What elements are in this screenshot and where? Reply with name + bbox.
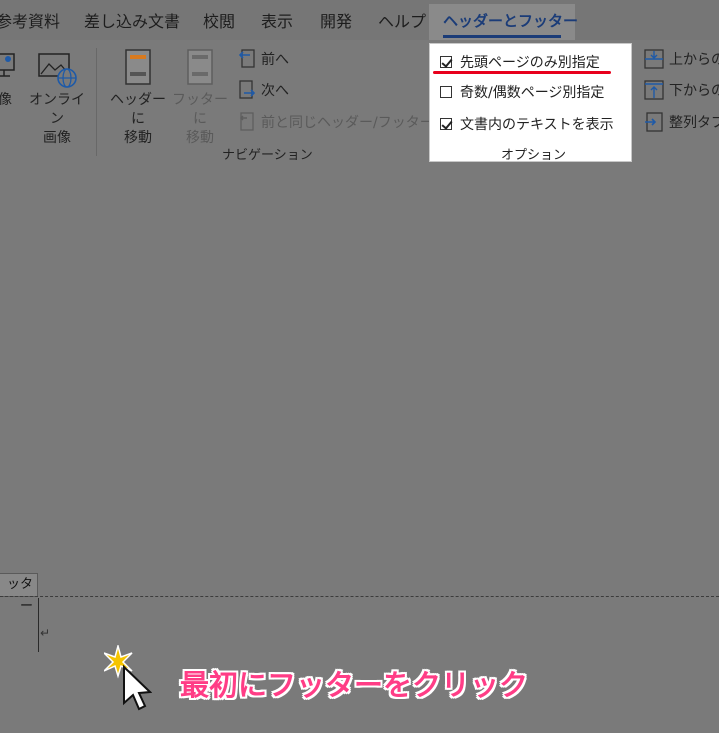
different-odd-even-label: 奇数/偶数ページ別指定 [460, 85, 605, 101]
header-position-icon [644, 49, 664, 69]
monitor-image-icon [0, 53, 15, 77]
group-divider [96, 48, 97, 156]
goto-footer-label: フッターに 移動 [168, 91, 232, 148]
options-group-label: オプション [501, 148, 567, 163]
goto-footer-icon [187, 49, 213, 85]
navigation-group-label: ナビゲーション [222, 148, 313, 163]
link-to-previous-button[interactable]: 前と同じヘッダー/フッター [238, 112, 434, 132]
show-document-text-checkbox[interactable]: 文書内のテキストを表示 [440, 114, 614, 134]
goto-header-icon [125, 49, 151, 85]
tab-header-footer[interactable]: ヘッダーとフッター [429, 4, 579, 40]
image-button-label: 像 [0, 92, 12, 108]
options-group: 先頭ページのみ別指定 奇数/偶数ページ別指定 文書内のテキストを表示 オプション [429, 43, 632, 163]
tab-header-footer-label: ヘッダーとフッター [443, 12, 579, 30]
online-image-label: オンライン 画像 [28, 91, 86, 148]
checkbox-unchecked-icon [440, 86, 452, 98]
alignment-tab-icon [645, 112, 663, 132]
footer-position-button[interactable]: 下からの [644, 80, 719, 100]
footer-position-label: 下からの [669, 83, 719, 99]
online-image-label-line1: オンライン [29, 92, 85, 127]
previous-button[interactable]: 前へ [238, 49, 289, 69]
different-first-page-checkbox[interactable]: 先頭ページのみ別指定 [440, 52, 600, 72]
tab-review[interactable]: 校閲 [203, 8, 235, 32]
previous-label: 前へ [261, 52, 289, 68]
link-to-previous-label: 前と同じヘッダー/フッター [261, 115, 434, 131]
goto-header-label-line1: ヘッダーに [110, 92, 166, 127]
header-position-button[interactable]: 上からの [644, 49, 719, 69]
show-document-text-label: 文書内のテキストを表示 [460, 117, 614, 133]
click-pointer-icon [103, 643, 153, 713]
previous-arrow-icon [238, 49, 255, 68]
insert-alignment-tab-label: 整列タブ [669, 115, 719, 131]
goto-header-label: ヘッダーに 移動 [104, 91, 172, 148]
insert-alignment-tab-button[interactable]: 整列タブ [644, 112, 719, 132]
tab-view[interactable]: 表示 [261, 8, 293, 32]
footer-boundary-line [0, 596, 719, 597]
goto-footer-button[interactable] [186, 48, 214, 88]
online-image-label-line2: 画像 [43, 130, 71, 146]
goto-header-label-line2: 移動 [124, 130, 152, 146]
goto-footer-label-line1: フッターに [172, 92, 228, 127]
ribbon-tab-bar: 参考資料 差し込み文書 校閲 表示 開発 ヘルプ ヘッダーとフッター [0, 0, 719, 40]
checkbox-checked-icon [440, 118, 452, 130]
next-arrow-icon [239, 80, 256, 99]
active-tab-underline [443, 35, 561, 38]
link-to-previous-icon [240, 112, 254, 131]
checkbox-checked-icon [440, 56, 452, 68]
different-first-page-label: 先頭ページのみ別指定 [460, 55, 600, 71]
tab-mailings[interactable]: 差し込み文書 [84, 8, 180, 32]
next-label: 次へ [261, 83, 289, 99]
red-underline-highlight [433, 71, 611, 74]
online-image-button[interactable] [37, 52, 77, 92]
goto-header-button[interactable] [124, 48, 152, 88]
footer-tag: ッター [0, 573, 38, 614]
tab-help[interactable]: ヘルプ [378, 8, 426, 32]
online-picture-icon [38, 53, 77, 88]
tab-references[interactable]: 参考資料 [0, 8, 60, 32]
annotation-text: 最初にフッターをクリック [180, 668, 529, 702]
header-position-label: 上からの [669, 52, 719, 68]
image-button[interactable] [0, 52, 16, 88]
tab-developer[interactable]: 開発 [320, 8, 352, 32]
footer-position-icon [644, 80, 664, 100]
different-odd-even-checkbox[interactable]: 奇数/偶数ページ別指定 [440, 82, 604, 102]
next-button[interactable]: 次へ [238, 80, 289, 100]
goto-footer-label-line2: 移動 [186, 130, 214, 146]
